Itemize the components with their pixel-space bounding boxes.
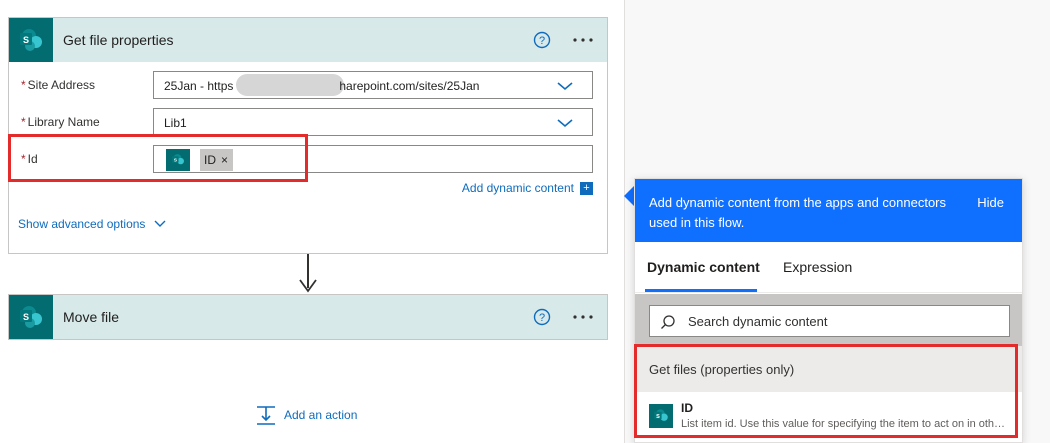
search-input[interactable]: Search dynamic content	[649, 305, 1010, 337]
card-header[interactable]: S Get file properties ?	[9, 18, 607, 62]
card-title: Get file properties	[63, 32, 174, 48]
plus-icon: +	[580, 181, 593, 195]
library-name-dropdown[interactable]: Lib1	[153, 108, 593, 136]
chevron-down-icon[interactable]	[556, 117, 574, 129]
arrow-down-icon	[299, 279, 317, 293]
panel-header: Add dynamic content from the apps and co…	[635, 179, 1022, 242]
svg-text:S: S	[23, 35, 29, 45]
field-label: * Library Name	[21, 115, 100, 129]
action-card-move-file: S Move file ?	[8, 294, 608, 340]
add-dynamic-content-link[interactable]: Add dynamic content +	[462, 181, 593, 195]
tab-dynamic-content[interactable]: Dynamic content	[647, 259, 760, 275]
chevron-down-icon[interactable]	[556, 80, 574, 92]
add-action-icon	[257, 406, 275, 425]
more-horizontal-icon[interactable]	[571, 308, 595, 326]
site-address-dropdown[interactable]: 25Jan - https harepoint.com/sites/25Jan	[153, 71, 593, 99]
active-tab-indicator	[645, 289, 757, 292]
field-label: * Site Address	[21, 78, 96, 92]
card-title: Move file	[63, 309, 120, 325]
highlight-box-dynamic-item	[634, 344, 1018, 438]
search-icon	[661, 315, 675, 329]
svg-text:?: ?	[539, 35, 545, 47]
card-header[interactable]: S Move file ?	[9, 295, 607, 339]
hide-button[interactable]: Hide	[977, 195, 1004, 210]
help-circle-icon[interactable]: ?	[533, 31, 551, 49]
svg-text:S: S	[23, 312, 29, 322]
svg-text:?: ?	[539, 312, 545, 324]
show-advanced-options-link[interactable]: Show advanced options	[18, 217, 167, 231]
add-an-action-button[interactable]: Add an action	[255, 404, 357, 426]
tab-expression[interactable]: Expression	[783, 259, 852, 275]
help-circle-icon[interactable]: ?	[533, 308, 551, 326]
chevron-down-icon	[154, 220, 166, 227]
sharepoint-icon: S	[9, 295, 53, 339]
field-site-address: * Site Address 25Jan - https harepoint.com…	[9, 71, 609, 101]
sharepoint-icon: S	[9, 18, 53, 62]
search-area: Search dynamic content	[635, 294, 1022, 346]
panel-tabs: Dynamic content Expression	[635, 242, 1022, 293]
highlight-box-id	[8, 134, 308, 182]
panel-pointer	[624, 186, 634, 206]
more-horizontal-icon[interactable]	[571, 31, 595, 49]
